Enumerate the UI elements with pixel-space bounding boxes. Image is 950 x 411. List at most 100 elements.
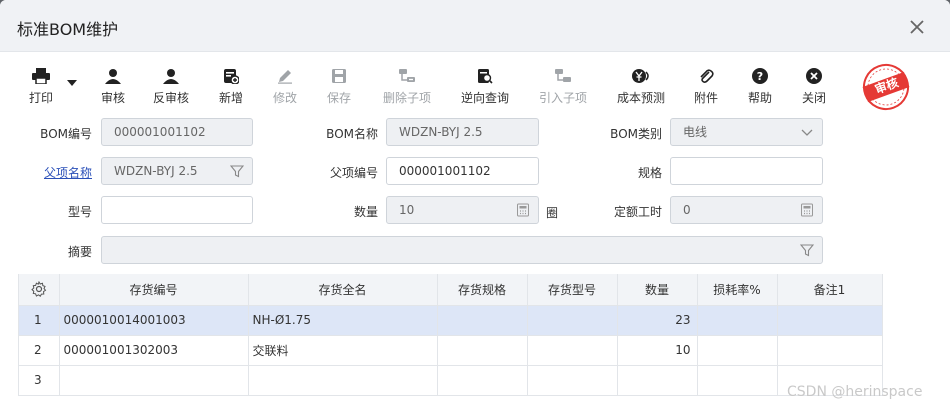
- close-button[interactable]: 关闭: [797, 66, 831, 108]
- reverse-query-label: 逆向查询: [460, 91, 509, 105]
- print-label: 打印: [29, 91, 54, 105]
- filter-icon[interactable]: [800, 243, 814, 257]
- edit-button[interactable]: 修改: [268, 66, 302, 108]
- floppy-icon: [322, 66, 356, 86]
- filter-icon[interactable]: [230, 164, 244, 178]
- edit-label: 修改: [272, 91, 297, 105]
- print-button[interactable]: 打印: [18, 66, 64, 108]
- window-title: 标准BOM维护: [17, 20, 119, 39]
- reverse-query-button[interactable]: 逆向查询: [456, 66, 514, 108]
- parent-name-field[interactable]: WDZN-BYJ 2.5: [101, 157, 253, 185]
- column-header[interactable]: 备注1: [777, 274, 883, 306]
- model-label: 型号: [67, 205, 92, 219]
- close-label: 关闭: [801, 91, 826, 105]
- cell-code[interactable]: 0000010014001003: [59, 305, 249, 336]
- audit-button[interactable]: 审核: [96, 66, 130, 108]
- column-header[interactable]: 损耗率%: [697, 274, 778, 306]
- cell-spec[interactable]: [437, 335, 528, 366]
- table-row[interactable]: 3: [19, 365, 883, 396]
- cell-model[interactable]: [527, 335, 618, 366]
- calculator-icon[interactable]: [800, 203, 814, 217]
- user-icon: [148, 66, 194, 86]
- import-child-button[interactable]: 引入子项: [534, 66, 592, 108]
- fixed-hours-label: 定额工时: [613, 205, 662, 219]
- column-header[interactable]: 存货编号: [59, 274, 249, 306]
- calculator-icon[interactable]: [516, 203, 530, 217]
- bom-type-value: 电线: [683, 125, 708, 139]
- import-node-icon: [534, 66, 592, 86]
- spec-label: 规格: [637, 166, 662, 180]
- cell-model[interactable]: [527, 365, 618, 396]
- parent-name-value: WDZN-BYJ 2.5: [114, 164, 198, 178]
- fixed-hours-field[interactable]: 0: [670, 196, 823, 224]
- cell-name[interactable]: 交联料: [248, 335, 438, 366]
- save-button[interactable]: 保存: [322, 66, 356, 108]
- parent-name-link[interactable]: 父项名称: [30, 164, 92, 181]
- summary-label: 摘要: [67, 245, 92, 259]
- save-label: 保存: [326, 91, 351, 105]
- cell-qty[interactable]: 10: [617, 335, 698, 366]
- cell-code[interactable]: 000001001302003: [59, 335, 249, 366]
- cell-name[interactable]: [248, 365, 438, 396]
- bom-no-field[interactable]: 000001001102: [101, 118, 253, 146]
- quantity-label: 数量: [353, 205, 378, 219]
- delete-child-label: 删除子项: [382, 91, 431, 105]
- row-index: 3: [19, 365, 60, 396]
- unaudit-button[interactable]: 反审核: [148, 66, 194, 108]
- chevron-down-icon: [801, 129, 813, 136]
- delete-child-button[interactable]: 删除子项: [378, 66, 436, 108]
- parent-code-field[interactable]: 000001001102: [386, 157, 539, 185]
- cell-name[interactable]: NH-Ø1.75: [248, 305, 438, 336]
- row-index: 1: [19, 305, 60, 336]
- gear-icon: [30, 281, 46, 298]
- audit-stamp: 审核: [858, 62, 914, 112]
- attachment-label: 附件: [693, 91, 718, 105]
- search-doc-icon: [456, 66, 514, 86]
- cell-note[interactable]: [777, 335, 883, 366]
- column-header[interactable]: 存货规格: [437, 274, 528, 306]
- cell-loss[interactable]: [697, 365, 778, 396]
- cell-qty[interactable]: 23: [617, 305, 698, 336]
- summary-field[interactable]: [101, 236, 823, 264]
- cost-forecast-label: 成本预测: [616, 91, 665, 105]
- fixed-hours-value: 0: [683, 203, 691, 217]
- cell-model[interactable]: [527, 305, 618, 336]
- import-child-label: 引入子项: [538, 91, 587, 105]
- print-dropdown[interactable]: [67, 80, 81, 122]
- add-button[interactable]: 新增: [214, 66, 248, 108]
- row-index: 2: [19, 335, 60, 366]
- cell-spec[interactable]: [437, 305, 528, 336]
- model-field[interactable]: [101, 196, 253, 224]
- grid-header: 存货编号 存货全名 存货规格 存货型号 数量 损耗率% 备注1: [19, 274, 883, 306]
- audit-label: 审核: [100, 91, 125, 105]
- spec-field[interactable]: [670, 157, 823, 185]
- paperclip-icon: [689, 66, 723, 86]
- quantity-field[interactable]: 10: [386, 196, 539, 224]
- cell-code[interactable]: [59, 365, 249, 396]
- column-header[interactable]: 存货型号: [527, 274, 618, 306]
- column-header[interactable]: 数量: [617, 274, 698, 306]
- attachment-button[interactable]: 附件: [689, 66, 723, 108]
- help-button[interactable]: ? 帮助: [743, 66, 777, 108]
- cell-note[interactable]: [777, 305, 883, 336]
- bom-name-field[interactable]: WDZN-BYJ 2.5: [386, 118, 539, 146]
- add-doc-icon: [214, 66, 248, 86]
- bom-type-select[interactable]: 电线: [670, 118, 823, 146]
- yen-coin-icon: [612, 66, 670, 86]
- cell-loss[interactable]: [697, 305, 778, 336]
- cell-loss[interactable]: [697, 335, 778, 366]
- close-circle-icon: [797, 66, 831, 86]
- question-icon: ?: [743, 66, 777, 86]
- bom-name-label: BOM名称: [326, 127, 378, 141]
- cell-spec[interactable]: [437, 365, 528, 396]
- cost-forecast-button[interactable]: 成本预测: [612, 66, 670, 108]
- column-settings[interactable]: [19, 274, 60, 306]
- table-row[interactable]: 1 0000010014001003 NH-Ø1.75 23: [19, 305, 883, 336]
- parent-code-label: 父项编号: [329, 166, 378, 180]
- close-icon[interactable]: [906, 16, 928, 38]
- delete-node-icon: [378, 66, 436, 86]
- cell-qty[interactable]: [617, 365, 698, 396]
- table-row[interactable]: 2 000001001302003 交联料 10: [19, 335, 883, 366]
- column-header[interactable]: 存货全名: [248, 274, 438, 306]
- watermark-text: CSDN @herinspace: [787, 384, 923, 400]
